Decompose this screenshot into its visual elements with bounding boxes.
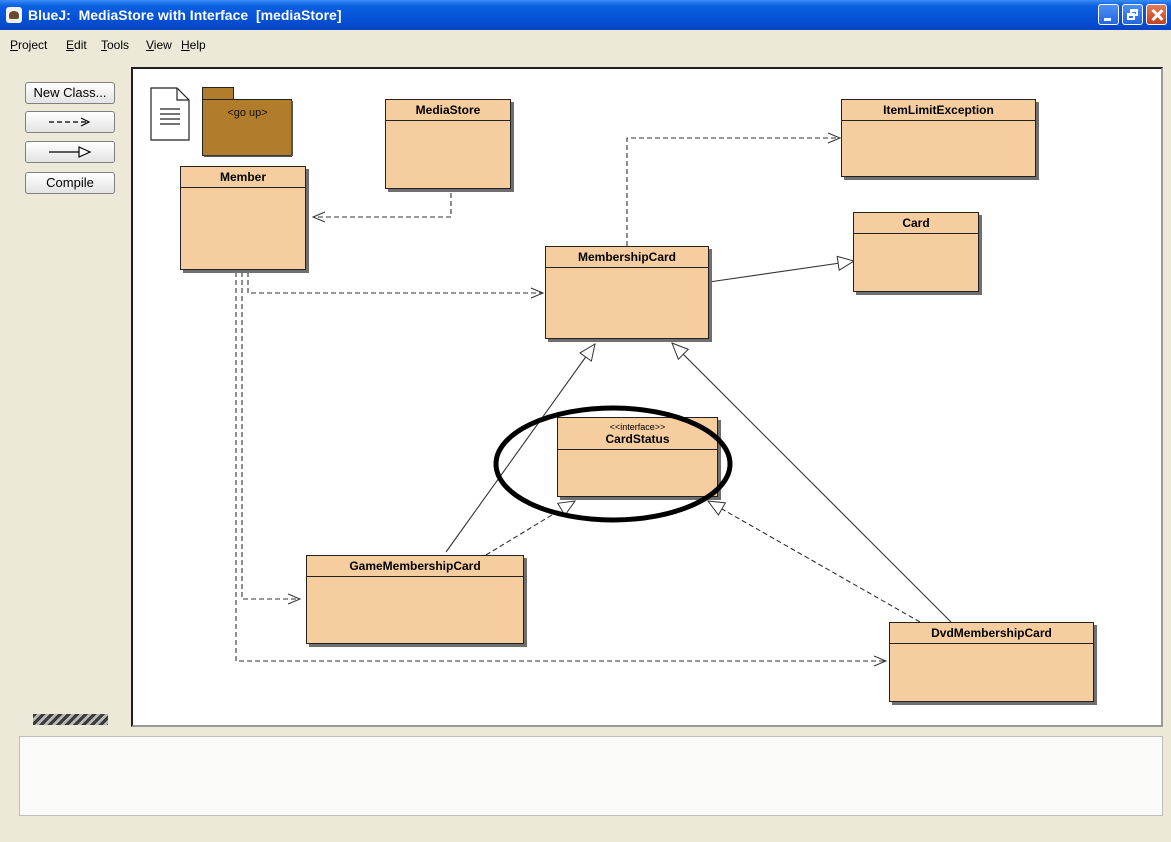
activity-indicator xyxy=(33,714,108,730)
dependency-arrow-button[interactable] xyxy=(25,111,115,133)
menu-edit[interactable]: Edit xyxy=(66,38,87,52)
menu-project[interactable]: Project xyxy=(10,38,47,52)
window-title: BlueJ: MediaStore with Interface [mediaS… xyxy=(28,7,342,23)
arrow-member-gamemembershipcard xyxy=(241,272,300,599)
class-name: ItemLimitException xyxy=(842,100,1035,121)
class-name: GameMembershipCard xyxy=(307,556,523,577)
highlight-ellipse xyxy=(493,405,733,523)
class-membershipcard[interactable]: MembershipCard xyxy=(545,246,709,339)
title-bar[interactable]: BlueJ: MediaStore with Interface [mediaS… xyxy=(0,0,1171,30)
inheritance-arrow-button[interactable] xyxy=(25,141,115,163)
bluej-icon xyxy=(6,7,22,23)
class-name: DvdMembershipCard xyxy=(890,623,1093,644)
class-itemlimitexception[interactable]: ItemLimitException xyxy=(841,99,1036,177)
readme-file-icon[interactable] xyxy=(150,87,190,141)
inheritance-arrow-icon xyxy=(49,146,92,158)
menu-tools[interactable]: Tools xyxy=(101,38,129,52)
dependency-arrow-icon xyxy=(49,117,91,127)
class-card[interactable]: Card xyxy=(853,212,979,292)
restore-icon xyxy=(1123,5,1142,24)
close-button[interactable] xyxy=(1146,4,1167,25)
minimize-icon xyxy=(1099,5,1118,24)
arrow-membershipcard-card xyxy=(708,261,854,283)
class-name: MembershipCard xyxy=(546,247,708,268)
package-folder-icon xyxy=(202,87,293,157)
close-icon xyxy=(1147,5,1166,24)
class-diagram-canvas[interactable]: <go up> MediaStore ItemLimitException Me… xyxy=(131,67,1163,727)
class-member[interactable]: Member xyxy=(180,166,306,270)
class-name: Card xyxy=(854,213,978,234)
menu-view[interactable]: View xyxy=(146,38,172,52)
class-dvdmembershipcard[interactable]: DvdMembershipCard xyxy=(889,622,1094,702)
compile-button[interactable]: Compile xyxy=(25,172,115,194)
class-name: MediaStore xyxy=(386,100,510,121)
arrow-member-membershipcard xyxy=(247,272,543,293)
parent-package[interactable]: <go up> xyxy=(202,87,293,157)
output-pane[interactable] xyxy=(19,736,1163,816)
minimize-button[interactable] xyxy=(1098,4,1119,25)
arrow-mediastore-member xyxy=(313,193,452,217)
restore-button[interactable] xyxy=(1122,4,1143,25)
class-name: Member xyxy=(181,167,305,188)
arrow-membershipcard-itemlimitexception xyxy=(626,138,840,246)
menu-help[interactable]: Help xyxy=(181,38,206,52)
class-gamemembershipcard[interactable]: GameMembershipCard xyxy=(306,555,524,644)
new-class-button[interactable]: New Class... xyxy=(25,82,115,104)
arrow-dvdmembershipcard-cardstatus xyxy=(708,501,921,623)
package-label: <go up> xyxy=(227,107,268,119)
class-mediastore[interactable]: MediaStore xyxy=(385,99,511,189)
